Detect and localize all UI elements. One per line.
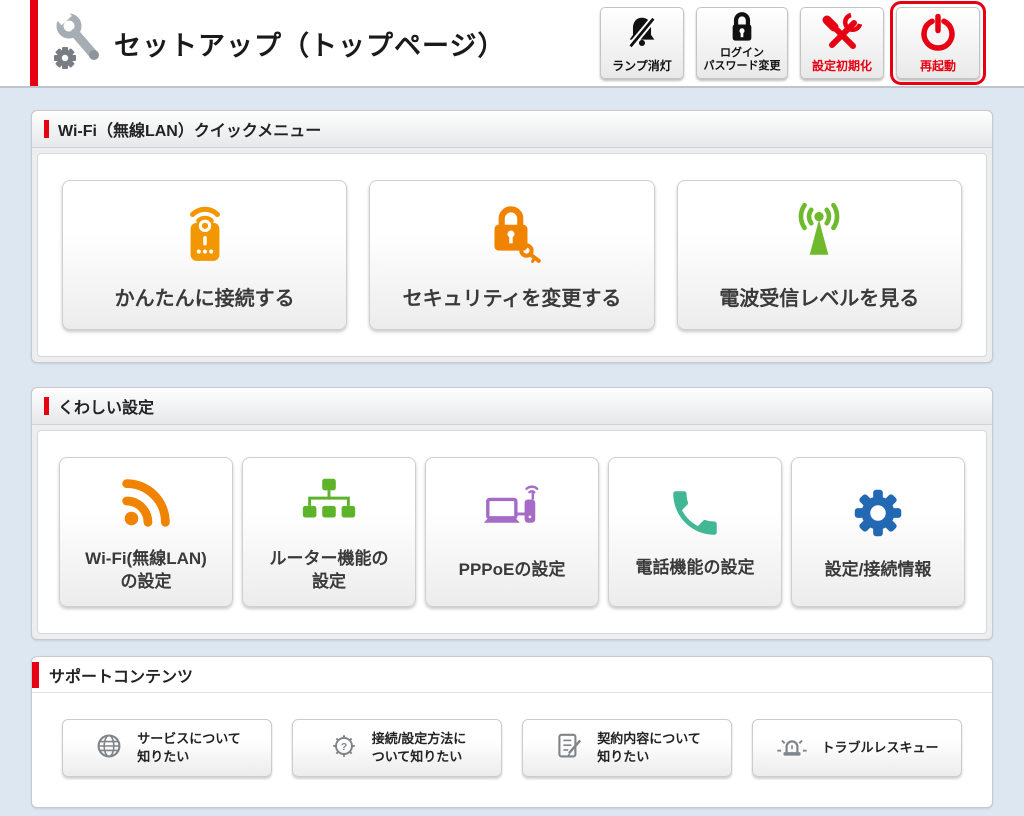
config-info-button[interactable]: 設定/接続情報 — [791, 457, 965, 607]
quick-menu-section: Wi-Fi（無線LAN）クイックメニュー かんたんに接続する セキュリティを変更… — [31, 110, 993, 363]
phone-settings-button[interactable]: 電話機能の設定 — [608, 457, 782, 607]
power-icon — [918, 8, 958, 59]
trouble-rescue-button[interactable]: トラブルレスキュー — [752, 719, 962, 777]
login-password-change-button[interactable]: ログイン パスワード変更 — [696, 7, 788, 79]
svg-text:?: ? — [341, 742, 347, 753]
tools-icon — [822, 8, 862, 59]
globe-icon — [93, 730, 125, 767]
siren-icon — [775, 730, 809, 767]
settings-header: くわしい設定 — [32, 388, 992, 425]
connection-guide-button[interactable]: ? 接続/設定方法に ついて知りたい — [292, 719, 502, 777]
router-function-label: ルーター機能の — [269, 549, 389, 569]
support-body: サービスについて 知りたい ? 接続/設定方法に ついて知りたい 契約内容につい… — [32, 693, 992, 807]
change-security-button[interactable]: セキュリティを変更する — [369, 180, 655, 330]
reboot-button[interactable]: 再起動 — [890, 1, 986, 85]
change-security-label: セキュリティを変更する — [402, 288, 622, 310]
reboot-label: 再起動 — [919, 58, 956, 73]
contract-info-button[interactable]: 契約内容について 知りたい — [522, 719, 732, 777]
login-password-label: ログイン — [720, 46, 764, 59]
section-marker — [32, 661, 39, 688]
signal-level-label: 電波受信レベルを見る — [719, 288, 920, 310]
pppoe-settings-button[interactable]: PPPoEの設定 — [425, 457, 599, 607]
laptop-router-icon — [481, 482, 543, 549]
lock-icon — [725, 8, 759, 47]
gear-icon — [847, 482, 909, 549]
settings-init-button[interactable]: 設定初期化 — [800, 7, 884, 79]
pppoe-settings-label: PPPoEの設定 — [458, 560, 566, 580]
document-edit-icon — [553, 730, 585, 767]
wifi-settings-label: Wi-Fi(無線LAN) — [85, 549, 207, 569]
wifi-icon — [115, 471, 177, 538]
sitemap-icon — [298, 471, 360, 538]
wifi-settings-button[interactable]: Wi-Fi(無線LAN) の設定 — [59, 457, 233, 607]
settings-title: くわしい設定 — [58, 400, 155, 417]
support-section: サポートコンテンツ サービスについて 知りたい ? 接続/設定方法に ついて知り… — [31, 656, 993, 808]
quick-connect-button[interactable]: かんたんに接続する — [62, 180, 348, 330]
quick-menu-body: かんたんに接続する セキュリティを変更する 電波受信レベルを見る — [37, 153, 987, 357]
quick-connect-label: かんたんに接続する — [114, 288, 295, 310]
section-marker — [44, 397, 49, 415]
settings-body: Wi-Fi(無線LAN) の設定 ルーター機能の 設定 PPPoEの設定 電話機… — [37, 430, 987, 634]
antenna-signal-icon — [786, 199, 852, 270]
lamp-off-button[interactable]: ランプ消灯 — [600, 7, 684, 79]
router-wps-icon — [172, 199, 238, 270]
settings-init-label: 設定初期化 — [811, 58, 872, 73]
lock-key-icon — [479, 199, 545, 270]
page-title: セットアップ（トップページ） — [114, 30, 506, 61]
header-utility-buttons: ランプ消灯 ログイン パスワード変更 設定初期化 再起動 — [600, 1, 986, 85]
gear-question-icon: ? — [328, 730, 360, 767]
connection-guide-label: 接続/設定方法に — [371, 730, 467, 746]
service-info-button[interactable]: サービスについて 知りたい — [62, 719, 272, 777]
section-marker — [44, 120, 49, 138]
support-title: サポートコンテンツ — [49, 668, 194, 686]
contract-info-label: 契約内容について — [597, 730, 701, 746]
trouble-rescue-label: トラブルレスキュー — [821, 739, 939, 755]
phone-settings-label: 電話機能の設定 — [635, 558, 755, 578]
header-accent-bar — [30, 0, 38, 86]
router-function-button[interactable]: ルーター機能の 設定 — [242, 457, 416, 607]
settings-section: くわしい設定 Wi-Fi(無線LAN) の設定 ルーター機能の 設定 PPPoE… — [31, 387, 993, 640]
quick-menu-header: Wi-Fi（無線LAN）クイックメニュー — [32, 111, 992, 148]
phone-icon — [666, 484, 724, 547]
service-info-label: サービスについて — [137, 730, 241, 746]
wrench-gear-icon — [52, 7, 104, 74]
signal-level-button[interactable]: 電波受信レベルを見る — [676, 180, 962, 330]
page-header: セットアップ（トップページ） ランプ消灯 ログイン パスワード変更 設定初期化 … — [0, 0, 1024, 88]
support-header: サポートコンテンツ — [32, 657, 992, 693]
quick-menu-title: Wi-Fi（無線LAN）クイックメニュー — [58, 123, 322, 140]
config-info-label: 設定/接続情報 — [824, 560, 932, 580]
lamp-off-label: ランプ消灯 — [612, 58, 672, 73]
bell-off-icon — [623, 8, 661, 59]
